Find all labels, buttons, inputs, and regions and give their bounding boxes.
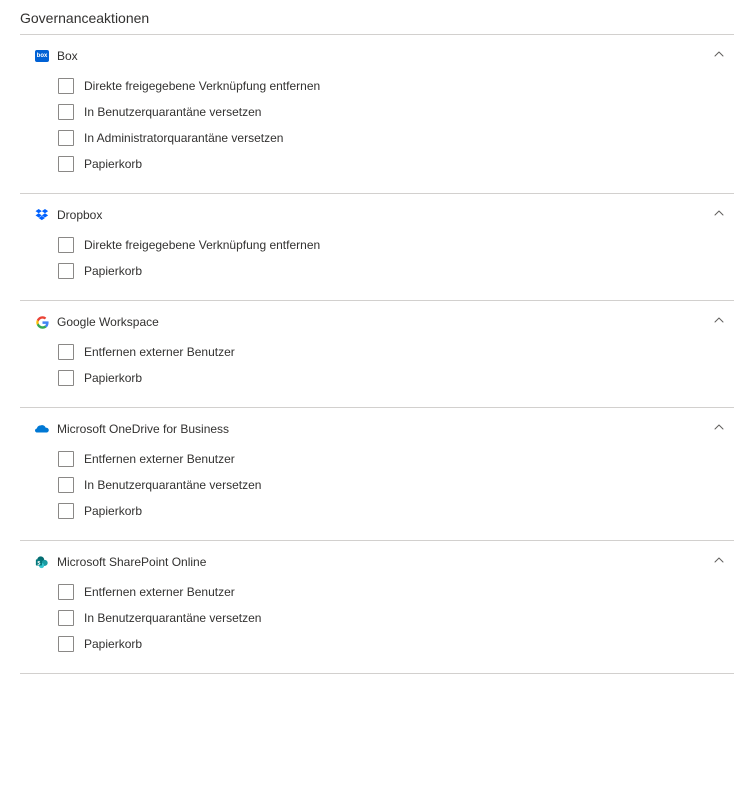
options-list: Direkte freigegebene Verknüpfung entfern…	[20, 73, 734, 193]
chevron-up-icon	[714, 49, 724, 59]
section-title: Microsoft OneDrive for Business	[57, 422, 734, 436]
option-row: Direkte freigegebene Verknüpfung entfern…	[58, 232, 734, 258]
dropbox-icon	[35, 208, 49, 222]
checkbox[interactable]	[58, 477, 74, 493]
chevron-up-icon	[714, 315, 724, 325]
option-row: Papierkorb	[58, 258, 734, 284]
checkbox[interactable]	[58, 263, 74, 279]
options-list: Entfernen externer Benutzer In Benutzerqu…	[20, 446, 734, 540]
google-app-icon	[35, 315, 49, 329]
options-list: Entfernen externer Benutzer In Benutzerqu…	[20, 579, 734, 673]
chevron-up-icon	[714, 422, 724, 432]
onedrive-app-icon	[35, 422, 49, 436]
section-sharepoint: Microsoft SharePoint Online Entfernen ext…	[20, 540, 734, 674]
section-title: Box	[57, 49, 734, 63]
checkbox[interactable]	[58, 584, 74, 600]
options-list: Direkte freigegebene Verknüpfung entfern…	[20, 232, 734, 300]
option-label: Papierkorb	[84, 264, 142, 278]
option-row: Papierkorb	[58, 498, 734, 524]
option-label: Entfernen externer Benutzer	[84, 585, 235, 599]
checkbox[interactable]	[58, 370, 74, 386]
option-label: Direkte freigegebene Verknüpfung entfern…	[84, 238, 320, 252]
section-title: Dropbox	[57, 208, 734, 222]
section-google: Google Workspace Entfernen externer Benut…	[20, 300, 734, 407]
option-row: In Benutzerquarantäne versetzen	[58, 472, 734, 498]
option-row: Entfernen externer Benutzer	[58, 339, 734, 365]
option-row: Direkte freigegebene Verknüpfung entfern…	[58, 73, 734, 99]
checkbox[interactable]	[58, 636, 74, 652]
option-label: Direkte freigegebene Verknüpfung entfern…	[84, 79, 320, 93]
option-row: Papierkorb	[58, 365, 734, 391]
checkbox[interactable]	[58, 451, 74, 467]
option-row: Entfernen externer Benutzer	[58, 579, 734, 605]
chevron-up-icon	[714, 555, 724, 565]
section-box: box Box Direkte freigegebene Verknüpfung e…	[20, 34, 734, 193]
checkbox[interactable]	[58, 610, 74, 626]
option-label: Papierkorb	[84, 371, 142, 385]
google-icon	[36, 316, 49, 329]
option-row: Papierkorb	[58, 631, 734, 657]
option-label: Papierkorb	[84, 157, 142, 171]
sharepoint-icon	[35, 555, 49, 569]
page-title: Governanceaktionen	[20, 10, 734, 34]
chevron-up-icon	[714, 208, 724, 218]
checkbox[interactable]	[58, 344, 74, 360]
option-row: Entfernen externer Benutzer	[58, 446, 734, 472]
section-header-google[interactable]: Google Workspace	[20, 301, 734, 339]
option-label: Papierkorb	[84, 504, 142, 518]
section-onedrive: Microsoft OneDrive for Business Entfernen…	[20, 407, 734, 540]
checkbox[interactable]	[58, 130, 74, 146]
sharepoint-app-icon	[35, 555, 49, 569]
option-row: In Benutzerquarantäne versetzen	[58, 99, 734, 125]
section-header-onedrive[interactable]: Microsoft OneDrive for Business	[20, 408, 734, 446]
checkbox[interactable]	[58, 156, 74, 172]
option-label: In Benutzerquarantäne versetzen	[84, 478, 261, 492]
onedrive-icon	[35, 423, 49, 435]
option-label: Entfernen externer Benutzer	[84, 452, 235, 466]
option-label: In Benutzerquarantäne versetzen	[84, 105, 261, 119]
checkbox[interactable]	[58, 78, 74, 94]
option-row: Papierkorb	[58, 151, 734, 177]
box-app-icon: box	[35, 49, 49, 63]
section-title: Google Workspace	[57, 315, 734, 329]
option-label: In Administratorquarantäne versetzen	[84, 131, 283, 145]
checkbox[interactable]	[58, 237, 74, 253]
section-header-box[interactable]: box Box	[20, 35, 734, 73]
option-row: In Administratorquarantäne versetzen	[58, 125, 734, 151]
box-icon: box	[35, 50, 49, 62]
option-label: Entfernen externer Benutzer	[84, 345, 235, 359]
options-list: Entfernen externer Benutzer Papierkorb	[20, 339, 734, 407]
option-label: Papierkorb	[84, 637, 142, 651]
section-header-dropbox[interactable]: Dropbox	[20, 194, 734, 232]
dropbox-app-icon	[35, 208, 49, 222]
section-title: Microsoft SharePoint Online	[57, 555, 734, 569]
option-row: In Benutzerquarantäne versetzen	[58, 605, 734, 631]
section-header-sharepoint[interactable]: Microsoft SharePoint Online	[20, 541, 734, 579]
section-dropbox: Dropbox Direkte freigegebene Verknüpfung …	[20, 193, 734, 300]
checkbox[interactable]	[58, 104, 74, 120]
option-label: In Benutzerquarantäne versetzen	[84, 611, 261, 625]
checkbox[interactable]	[58, 503, 74, 519]
